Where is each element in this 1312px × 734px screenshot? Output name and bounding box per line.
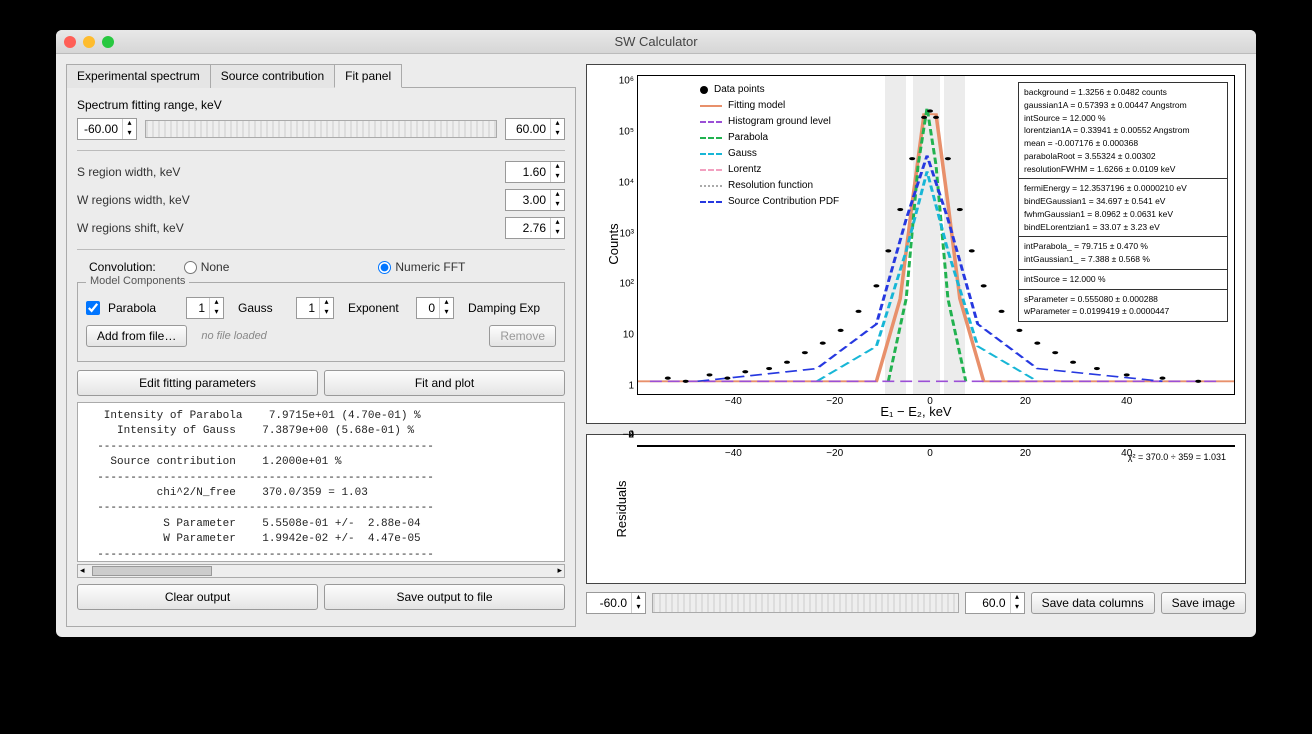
- s-width-spinner[interactable]: ▴▾: [505, 161, 565, 183]
- parabola-label: Parabola: [108, 301, 178, 315]
- w-shift-label: W regions shift, keV: [77, 221, 497, 235]
- fitrange-min-input[interactable]: [78, 122, 122, 136]
- w-width-spinner[interactable]: ▴▾: [505, 189, 565, 211]
- parabola-check[interactable]: [86, 301, 100, 315]
- window-title: SW Calculator: [56, 34, 1256, 49]
- exponent-label: Exponent: [348, 301, 408, 315]
- save-output-button[interactable]: Save output to file: [324, 584, 565, 610]
- scroll-right-icon[interactable]: ▸: [557, 565, 562, 576]
- output-hscroll[interactable]: ◂ ▸: [77, 564, 565, 578]
- w-width-label: W regions width, keV: [77, 193, 497, 207]
- conv-fft-radio[interactable]: Numeric FFT: [378, 260, 547, 274]
- bottom-controls: ▴▾ ▴▾ Save data columns Save image: [586, 592, 1246, 614]
- app-window: SW Calculator Experimental spectrum Sour…: [56, 30, 1256, 637]
- tab-bar: Experimental spectrum Source contributio…: [66, 64, 576, 88]
- conv-label: Convolution:: [89, 260, 156, 274]
- xrange-min[interactable]: ▴▾: [586, 592, 646, 614]
- resid-ylabel: Residuals: [614, 480, 629, 537]
- fitrange-slider[interactable]: [145, 120, 497, 138]
- fit-plot-button[interactable]: Fit and plot: [324, 370, 565, 396]
- add-from-file-button[interactable]: Add from file…: [86, 325, 187, 347]
- xrange-max[interactable]: ▴▾: [965, 592, 1025, 614]
- damping-label: Damping Exp: [468, 301, 540, 315]
- xrange-slider[interactable]: [652, 593, 959, 613]
- s-width-label: S region width, keV: [77, 165, 497, 179]
- residuals-chart: Residuals χ² = 370.0 ÷ 359 = 1.031 −2 0 …: [586, 434, 1246, 584]
- model-legend: Model Components: [86, 275, 189, 287]
- output-textarea[interactable]: Intensity of Parabola 7.9715e+01 (4.70e-…: [77, 402, 565, 562]
- fitrange-max[interactable]: ▴▾: [505, 118, 565, 140]
- resid-plot[interactable]: χ² = 370.0 ÷ 359 = 1.031 −2 0 2 4 −40 −2…: [637, 445, 1235, 447]
- fit-panel: Spectrum fitting range, keV ▴▾ ▴▾ S regi…: [66, 87, 576, 627]
- exponent-n[interactable]: ▴▾: [416, 297, 454, 319]
- save-columns-button[interactable]: Save data columns: [1031, 592, 1155, 614]
- fitrange-min[interactable]: ▴▾: [77, 118, 137, 140]
- legend: Data points Fitting model Histogram grou…: [700, 82, 839, 210]
- gauss-n[interactable]: ▴▾: [296, 297, 334, 319]
- tab-source[interactable]: Source contribution: [210, 64, 335, 88]
- fitrange-label: Spectrum fitting range, keV: [77, 98, 565, 112]
- model-components: Model Components Parabola ▴▾ Gauss ▴▾ Ex…: [77, 282, 565, 362]
- spin-down-icon[interactable]: ▾: [550, 129, 564, 139]
- remove-button[interactable]: Remove: [489, 325, 556, 347]
- fitrange-max-input[interactable]: [506, 122, 550, 136]
- spin-down-icon[interactable]: ▾: [122, 129, 136, 139]
- gauss-label: Gauss: [238, 301, 288, 315]
- plot-area[interactable]: 1 10 10² 10³ 10⁴ 10⁵ 10⁶ −40 −20 0 20 40…: [637, 75, 1235, 395]
- scroll-thumb[interactable]: [92, 566, 212, 576]
- main-chart: Counts: [586, 64, 1246, 424]
- edit-params-button[interactable]: Edit fitting parameters: [77, 370, 318, 396]
- save-image-button[interactable]: Save image: [1161, 592, 1246, 614]
- chi2-label: χ² = 370.0 ÷ 359 = 1.031: [1128, 452, 1226, 462]
- clear-output-button[interactable]: Clear output: [77, 584, 318, 610]
- parabola-n[interactable]: ▴▾: [186, 297, 224, 319]
- xaxis-label: E₁ − E₂, keV: [880, 404, 951, 419]
- titlebar: SW Calculator: [56, 30, 1256, 54]
- conv-none-radio[interactable]: None: [184, 260, 353, 274]
- right-pane: Counts: [586, 64, 1246, 627]
- no-file-label: no file loaded: [201, 330, 266, 342]
- stats-box: background = 1.3256 ± 0.0482 countsgauss…: [1018, 82, 1228, 322]
- tab-fit-panel[interactable]: Fit panel: [334, 64, 402, 88]
- left-pane: Experimental spectrum Source contributio…: [66, 64, 576, 627]
- w-shift-spinner[interactable]: ▴▾: [505, 217, 565, 239]
- tab-experimental[interactable]: Experimental spectrum: [66, 64, 211, 88]
- scroll-left-icon[interactable]: ◂: [80, 565, 85, 576]
